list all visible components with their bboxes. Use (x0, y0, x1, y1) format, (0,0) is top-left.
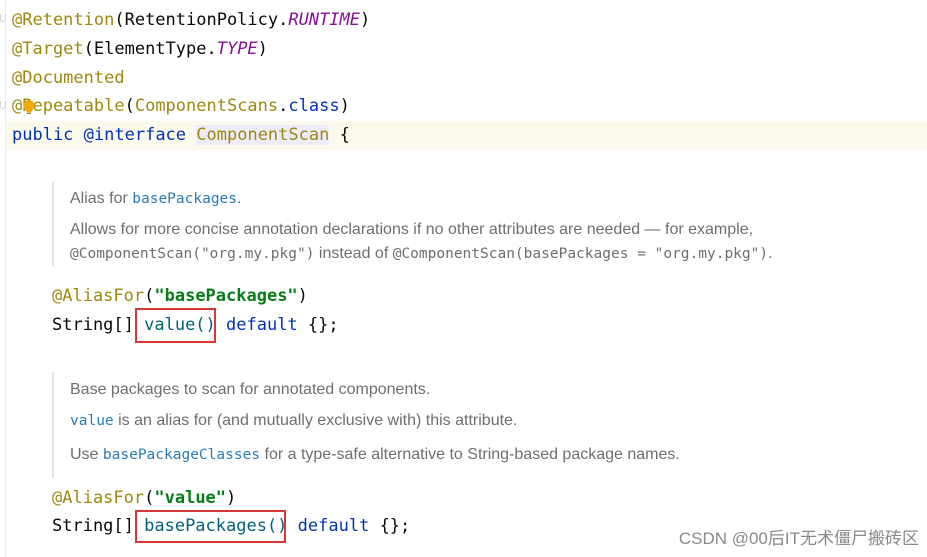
code-line-documented[interactable]: @Documented (12, 65, 125, 91)
doc1-text: Alias for (70, 190, 133, 207)
repeatable-open: ( (124, 96, 135, 116)
interface-keyword: @interface (83, 125, 187, 145)
target-value: TYPE (216, 39, 258, 59)
class-name[interactable]: ComponentScan (196, 125, 330, 145)
editor-gutter (5, 0, 6, 557)
aliasfor-close: ) (226, 488, 237, 508)
lightbulb-icon[interactable] (22, 99, 36, 117)
open-brace: { (329, 125, 350, 145)
code-line-repeatable[interactable]: @Repeatable(ComponentScans.class) (12, 93, 350, 119)
javadoc-basepackages: Base packages to scan for annotated comp… (52, 372, 680, 478)
target-annotation: @Target (12, 39, 84, 59)
code-line-declaration[interactable]: public @interface ComponentScan { (12, 122, 350, 148)
doc1-line3: @ComponentScan("org.my.pkg") instead of … (70, 245, 773, 263)
doc2-line2: value is an alias for (and mutually excl… (70, 412, 517, 430)
fold-marker[interactable] (0, 101, 6, 109)
default-keyword: default (297, 516, 370, 536)
retention-open: (RetentionPolicy. (114, 10, 289, 30)
aliasfor-open: ( (144, 286, 155, 306)
value-default-value: {}; (297, 315, 339, 335)
repeatable-arg: ComponentScans (134, 96, 279, 116)
fold-marker[interactable] (0, 14, 6, 22)
doc1-line2: Allows for more concise annotation decla… (70, 221, 754, 238)
watermark: CSDN @00后IT无术僵尸搬砖区 (678, 529, 919, 548)
aliasfor-string: "basePackages" (154, 286, 298, 306)
doc2-alias-text: is an alias for (and mutually exclusive … (113, 412, 518, 429)
documented-annotation: @Documented (12, 68, 125, 88)
doc2-line1: Base packages to scan for annotated comp… (70, 381, 431, 398)
javadoc-value: Alias for basePackages. Allows for more … (52, 182, 773, 266)
doc1-instead-of: instead of (314, 245, 393, 262)
aliasfor-close: ) (297, 286, 308, 306)
code-line-aliasfor-1[interactable]: @AliasFor("basePackages") (52, 283, 308, 309)
code-line-aliasfor-2[interactable]: @AliasFor("value") (52, 485, 236, 511)
repeatable-close: ) (339, 96, 350, 116)
doc2-typesafe-text: for a type-safe alternative to String-ba… (260, 446, 680, 463)
doc2-use: Use (70, 446, 103, 463)
doc1-period: . (237, 190, 242, 207)
doc1-code-example-1: @ComponentScan("org.my.pkg") (70, 246, 315, 262)
highlight-box-basepackages (135, 510, 286, 543)
aliasfor-string: "value" (154, 488, 227, 508)
aliasfor-annotation: @AliasFor (52, 286, 145, 306)
default-keyword: default (226, 315, 298, 335)
retention-value: RUNTIME (288, 10, 361, 30)
doc1-end: . (768, 245, 773, 262)
doc1-line1: Alias for basePackages. (70, 190, 241, 208)
highlight-box-value (135, 308, 216, 343)
doc2-basepackageclasses-link[interactable]: basePackageClasses (103, 447, 260, 463)
target-open: (ElementType. (83, 39, 217, 59)
target-close: ) (257, 39, 268, 59)
repeatable-dot: . (278, 96, 289, 116)
basepackages-default-value: {}; (369, 516, 411, 536)
repeatable-class-keyword: class (288, 96, 340, 116)
doc2-line3: Use basePackageClasses for a type-safe a… (70, 446, 680, 464)
doc1-code-example-2: @ComponentScan(basePackages = "org.my.pk… (392, 246, 769, 262)
aliasfor-annotation: @AliasFor (52, 488, 145, 508)
code-line-target[interactable]: @Target(ElementType.TYPE) (12, 36, 268, 62)
code-line-retention[interactable]: @Retention(RetentionPolicy.RUNTIME) (12, 7, 370, 33)
aliasfor-open: ( (144, 488, 155, 508)
public-keyword: public (12, 125, 74, 145)
value-return-type: String[] (52, 315, 145, 335)
retention-close: ) (360, 10, 371, 30)
basepackages-return-type: String[] (52, 516, 145, 536)
doc1-basepackages-link[interactable]: basePackages (132, 191, 237, 207)
retention-annotation: @Retention (12, 10, 115, 30)
doc2-value-link[interactable]: value (70, 413, 114, 429)
